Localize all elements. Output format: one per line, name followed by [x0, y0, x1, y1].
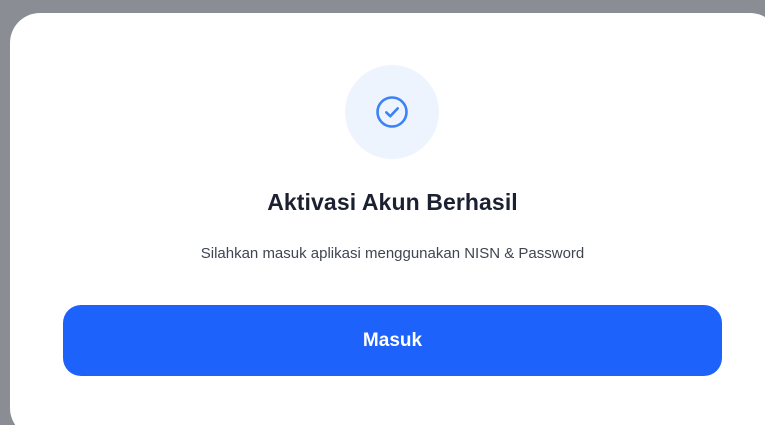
masuk-button[interactable]: Masuk — [63, 305, 722, 376]
activation-success-dialog: Aktivasi Akun Berhasil Silahkan masuk ap… — [10, 13, 765, 425]
check-circle-icon — [376, 96, 408, 128]
dialog-title: Aktivasi Akun Berhasil — [267, 189, 518, 215]
dialog-message: Silahkan masuk aplikasi menggunakan NISN… — [200, 245, 585, 262]
success-icon-badge — [345, 65, 439, 159]
modal-backdrop: Aktivasi Akun Berhasil Silahkan masuk ap… — [0, 0, 765, 425]
